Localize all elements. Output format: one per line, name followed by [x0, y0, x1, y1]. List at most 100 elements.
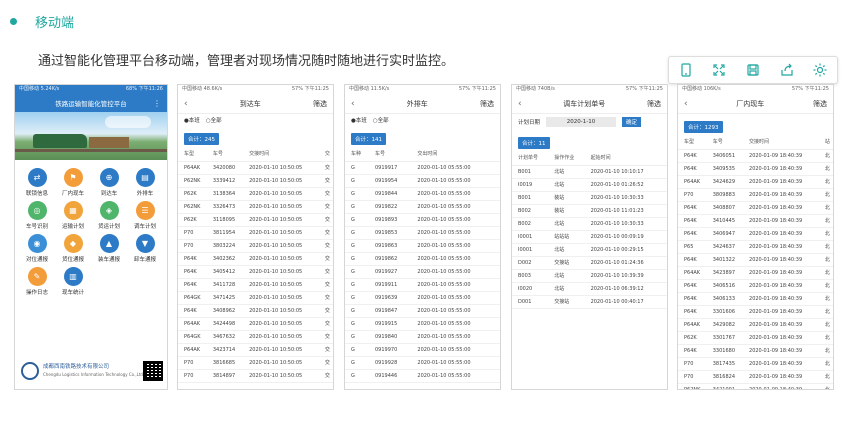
table-row[interactable]: P70 3814897 2020-01-10 10:50:05 交 — [178, 369, 333, 383]
table-row[interactable]: D001 交接站 2020-01-10 00:40:17 — [512, 295, 667, 309]
table-row[interactable]: B002 装站 2020-01-10 11:01:23 — [512, 204, 667, 218]
menu-item[interactable]: ▲ 装车通报 — [91, 234, 127, 263]
menu-item[interactable]: ▼ 卸车通报 — [127, 234, 163, 263]
table-row[interactable]: G 0919822 2020-01-10 05:55:00 — [345, 200, 500, 214]
table-row[interactable]: P64K 3301680 2020-01-09 18:40:39 北 — [678, 344, 833, 358]
table-row[interactable]: B001 北站 2020-01-10 10:10:17 — [512, 165, 667, 179]
table-row[interactable]: B001 装站 2020-01-10 10:30:33 — [512, 191, 667, 205]
menu-item[interactable]: ▥ 现车统计 — [55, 267, 91, 296]
table-row[interactable]: P64AK 3429082 2020-01-09 18:40:39 北 — [678, 318, 833, 332]
table-cell: 北 — [818, 266, 833, 280]
table-row[interactable]: P62NK 3326473 2020-01-10 10:50:05 交 — [178, 200, 333, 214]
table-row[interactable]: P64K 3409535 2020-01-09 18:40:39 北 — [678, 162, 833, 176]
table-row[interactable]: P64AK 3423714 2020-01-10 10:50:05 交 — [178, 343, 333, 357]
table-row[interactable]: P62K 3301767 2020-01-09 18:40:39 北 — [678, 331, 833, 345]
table-row[interactable]: P64K 3406051 2020-01-09 18:40:39 北 — [678, 149, 833, 163]
more-menu-icon[interactable]: ⋮ — [153, 99, 161, 108]
table-row[interactable]: P64K 3408962 2020-01-10 10:50:05 交 — [178, 304, 333, 318]
table-row[interactable]: G 0919844 2020-01-10 05:55:00 — [345, 187, 500, 201]
table-row[interactable]: P62NK 3339412 2020-01-10 10:50:05 交 — [178, 174, 333, 188]
table-row[interactable]: G 0919853 2020-01-10 05:55:00 — [345, 226, 500, 240]
table-row[interactable]: I0001 站站站 2020-01-10 00:09:19 — [512, 230, 667, 244]
table-row[interactable]: P64GK 3467632 2020-01-10 10:50:05 交 — [178, 330, 333, 344]
menu-item-icon: ◉ — [27, 234, 47, 253]
table-row[interactable]: P64K 3411728 2020-01-10 10:50:05 交 — [178, 278, 333, 292]
filter-button[interactable]: 筛选 — [813, 99, 827, 109]
filter-button[interactable]: 筛选 — [313, 99, 327, 109]
date-input[interactable]: 2020-1-10 — [546, 117, 617, 127]
table-row[interactable]: P64AK 3424498 2020-01-10 10:50:05 交 — [178, 317, 333, 331]
filter-button[interactable]: 筛选 — [480, 99, 494, 109]
table-row[interactable]: G 0919927 2020-01-10 05:55:00 — [345, 265, 500, 279]
fullscreen-icon[interactable] — [710, 61, 728, 79]
table-row[interactable]: P64K 3402362 2020-01-10 10:50:05 交 — [178, 252, 333, 266]
menu-item[interactable]: ◆ 货位通报 — [55, 234, 91, 263]
table-row[interactable]: P70 3809883 2020-01-09 18:40:39 北 — [678, 188, 833, 202]
table-row[interactable]: I0020 北站 2020-01-10 06:39:12 — [512, 282, 667, 296]
table-row[interactable]: G 0919840 2020-01-10 05:55:00 — [345, 330, 500, 344]
table-row[interactable]: P64K 3301606 2020-01-09 18:40:39 北 — [678, 305, 833, 319]
menu-item[interactable]: ◎ 车号识别 — [19, 201, 55, 230]
table-row[interactable]: G 0919954 2020-01-10 05:55:00 — [345, 174, 500, 188]
table-row[interactable]: G 0919639 2020-01-10 05:55:00 — [345, 291, 500, 305]
table-row[interactable]: G 0919893 2020-01-10 05:55:00 — [345, 213, 500, 227]
table-row[interactable]: P62K 3138364 2020-01-10 10:50:05 交 — [178, 187, 333, 201]
table-row[interactable]: G 0919917 2020-01-10 05:55:00 — [345, 161, 500, 175]
tablet-icon[interactable] — [677, 61, 695, 79]
table-row[interactable]: P70 3817435 2020-01-09 18:40:39 北 — [678, 357, 833, 371]
table-row[interactable]: P62K 3118095 2020-01-10 10:50:05 交 — [178, 213, 333, 227]
table-cell: 2020-01-10 05:55:00 — [411, 317, 500, 331]
table-row[interactable]: G 0919847 2020-01-10 05:55:00 — [345, 304, 500, 318]
settings-icon[interactable] — [811, 61, 829, 79]
menu-item[interactable]: ✎ 操作日志 — [19, 267, 55, 296]
table-row[interactable]: P64K 3410445 2020-01-09 18:40:39 北 — [678, 214, 833, 228]
table-row[interactable]: G 0919911 2020-01-10 05:55:00 — [345, 278, 500, 292]
table-row[interactable]: G 0919446 2020-01-10 05:55:00 — [345, 369, 500, 383]
table-cell: G — [345, 265, 369, 279]
table-row[interactable]: D002 交接站 2020-01-10 01:24:36 — [512, 256, 667, 270]
filter-button[interactable]: 筛选 — [647, 99, 661, 109]
table-cell: 2020-01-10 10:50:05 — [243, 265, 319, 279]
table-row[interactable]: I0001 北站 2020-01-10 00:29:15 — [512, 243, 667, 257]
menu-item[interactable]: ⇄ 联锁信息 — [19, 168, 55, 197]
save-icon[interactable] — [744, 61, 762, 79]
menu-item[interactable]: ☰ 调车计划 — [127, 201, 163, 230]
radio-current-shift[interactable]: ●本班 — [351, 116, 367, 124]
table-row[interactable]: P70 3816824 2020-01-09 18:40:39 北 — [678, 370, 833, 384]
menu-item[interactable]: ⚑ 厂内现车 — [55, 168, 91, 197]
radio-current-shift[interactable]: ●本班 — [184, 116, 200, 124]
table-row[interactable]: P64AK 3424629 2020-01-09 18:40:39 北 — [678, 175, 833, 189]
table-row[interactable]: G 0919862 2020-01-10 05:55:00 — [345, 252, 500, 266]
radio-all[interactable]: ○全部 — [206, 116, 222, 124]
menu-item[interactable]: ◉ 对位通报 — [19, 234, 55, 263]
table-row[interactable]: P64K 3401322 2020-01-09 18:40:39 北 — [678, 253, 833, 267]
table-row[interactable]: G 0919915 2020-01-10 05:55:00 — [345, 317, 500, 331]
table-row[interactable]: G 0919970 2020-01-10 05:55:00 — [345, 343, 500, 357]
table-row[interactable]: P70 3816685 2020-01-10 10:50:05 交 — [178, 356, 333, 370]
table-row[interactable]: B003 北站 2020-01-10 10:39:39 — [512, 269, 667, 283]
table-row[interactable]: P65 3424637 2020-01-09 18:40:39 北 — [678, 240, 833, 254]
table-row[interactable]: G 0919928 2020-01-10 05:55:00 — [345, 356, 500, 370]
table-row[interactable]: P70 3803224 2020-01-10 10:50:05 交 — [178, 239, 333, 253]
table-row[interactable]: P64K 3406516 2020-01-09 18:40:39 北 — [678, 279, 833, 293]
table-row[interactable]: P62NK 3421001 2020-01-09 18:40:39 北 — [678, 383, 833, 389]
table-row[interactable]: I0019 北站 2020-01-10 01:26:52 — [512, 178, 667, 192]
share-icon[interactable] — [778, 61, 796, 79]
menu-item[interactable]: ▤ 外排车 — [127, 168, 163, 197]
table-row[interactable]: P64K 3406133 2020-01-09 18:40:39 北 — [678, 292, 833, 306]
table-cell: 0919844 — [369, 187, 412, 201]
table-row[interactable]: P64AK 3420080 2020-01-10 10:50:05 交 — [178, 161, 333, 175]
table-row[interactable]: B002 北站 2020-01-10 10:30:33 — [512, 217, 667, 231]
confirm-button[interactable]: 确定 — [622, 117, 642, 127]
menu-item[interactable]: ⊕ 到达车 — [91, 168, 127, 197]
table-row[interactable]: P70 3811954 2020-01-10 10:50:05 交 — [178, 226, 333, 240]
table-row[interactable]: P64K 3405412 2020-01-10 10:50:05 交 — [178, 265, 333, 279]
table-row[interactable]: G 0919863 2020-01-10 05:55:00 — [345, 239, 500, 253]
menu-item[interactable]: ▦ 运输计划 — [55, 201, 91, 230]
table-row[interactable]: P64K 3406947 2020-01-09 18:40:39 北 — [678, 227, 833, 241]
table-row[interactable]: P64K 3408807 2020-01-09 18:40:39 北 — [678, 201, 833, 215]
radio-all[interactable]: ○全部 — [373, 116, 389, 124]
table-row[interactable]: P64GK 3471425 2020-01-10 10:50:05 交 — [178, 291, 333, 305]
menu-item[interactable]: ◈ 货运计划 — [91, 201, 127, 230]
table-row[interactable]: P64AK 3423897 2020-01-09 18:40:39 北 — [678, 266, 833, 280]
